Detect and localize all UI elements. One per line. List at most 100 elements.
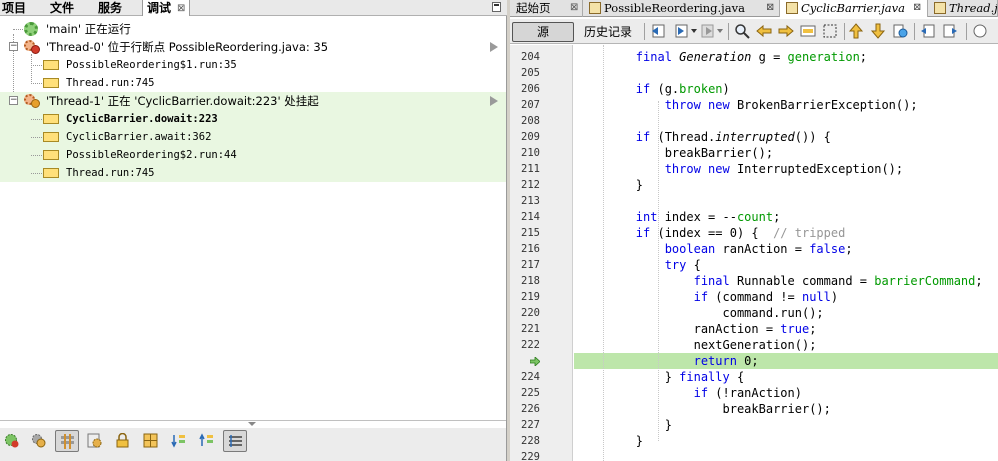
minimize-icon[interactable] xyxy=(492,2,501,12)
grid-button[interactable] xyxy=(139,430,163,452)
rectangular-selection-icon[interactable] xyxy=(822,23,838,39)
tab-start-page[interactable]: 起始页 ⊠ xyxy=(510,0,583,17)
line-number: 222 xyxy=(521,339,540,351)
last-edit-icon[interactable] xyxy=(650,23,666,39)
code-token: { xyxy=(693,258,701,272)
code-line: int index = --count; xyxy=(574,209,998,225)
tree-connector xyxy=(31,137,42,138)
tab-services[interactable]: 服务 xyxy=(94,0,142,16)
thread-suspended-icon xyxy=(24,94,40,108)
tree-row-frame[interactable]: Thread.run:745 xyxy=(0,74,506,92)
editor-panel: 起始页 ⊠ PossibleReordering.java ⊠ CyclicBa… xyxy=(510,0,998,461)
toggle-highlight-icon[interactable] xyxy=(800,23,816,39)
tab-files-label: 文件 xyxy=(50,1,75,15)
collapse-arrow-icon[interactable] xyxy=(248,422,256,426)
chevron-down-icon[interactable] xyxy=(717,29,723,33)
code-token: throw new xyxy=(664,98,737,112)
toolbar-separator xyxy=(844,23,845,40)
debugging-panel: 项目 文件 服务 调试 ⊠ 'main' 正在运行 − 'Thread-0' 位于… xyxy=(0,0,507,461)
code-line: } finally { xyxy=(574,369,998,385)
code-token: throw new xyxy=(664,162,737,176)
sort-up-button[interactable] xyxy=(195,430,219,452)
tab-possiblereordering-java[interactable]: PossibleReordering.java ⊠ xyxy=(583,0,780,17)
code-token: true xyxy=(780,322,810,336)
code-token: ; xyxy=(845,242,853,256)
code-token: final xyxy=(693,274,737,288)
search-icon[interactable] xyxy=(734,23,750,39)
call-stack-frame-icon xyxy=(43,168,59,178)
code-line: } xyxy=(574,433,998,449)
history-button-label: 历史记录 xyxy=(583,25,632,39)
tab-debugging[interactable]: 调试 ⊠ xyxy=(142,0,190,16)
code-line: if (Thread.interrupted()) { xyxy=(574,129,998,145)
toolbar-separator xyxy=(728,23,729,40)
threads-button[interactable] xyxy=(27,430,51,452)
collapse-icon[interactable]: − xyxy=(9,42,18,51)
toolbar-separator xyxy=(914,23,915,40)
tab-files[interactable]: 文件 xyxy=(46,0,94,16)
shift-right-icon[interactable] xyxy=(942,23,958,39)
previous-bookmark-icon[interactable] xyxy=(848,23,864,39)
tab-cyclicbarrier-java[interactable]: CyclicBarrier.java ⊠ xyxy=(780,0,928,17)
java-file-icon xyxy=(589,2,601,14)
back-icon[interactable] xyxy=(674,23,690,39)
code-line: throw new InterruptedException(); xyxy=(574,161,998,177)
filter-button[interactable] xyxy=(223,430,247,452)
source-button[interactable]: 源 xyxy=(512,22,574,42)
tree-row-thread-1[interactable]: − 'Thread-1' 正在 'CyclicBarrier.dowait:22… xyxy=(0,92,506,110)
history-button[interactable]: 历史记录 xyxy=(576,22,640,42)
lock-button[interactable] xyxy=(111,430,135,452)
collapse-icon[interactable]: − xyxy=(9,96,18,105)
tab-projects[interactable]: 项目 xyxy=(0,0,46,16)
close-icon[interactable]: ⊠ xyxy=(913,0,921,16)
tab-projects-label: 项目 xyxy=(2,1,27,15)
code-token: int xyxy=(635,210,665,224)
find-previous-icon[interactable] xyxy=(756,23,772,39)
line-number: 204 xyxy=(521,51,540,63)
call-stack-frame-icon xyxy=(43,78,59,88)
shift-left-icon[interactable] xyxy=(920,23,936,39)
tree-row-frame[interactable]: Thread.run:745 xyxy=(0,164,506,182)
grid-icon xyxy=(143,433,158,448)
tree-row-label: PossibleReordering$2.run:44 xyxy=(66,149,237,161)
play-icon[interactable] xyxy=(490,42,498,52)
source-button-label: 源 xyxy=(536,25,549,39)
tree-row-thread-main[interactable]: 'main' 正在运行 xyxy=(0,20,506,38)
code-area[interactable]: final Generation g = generation; if (g.b… xyxy=(574,45,998,461)
tree-row-label: 'Thread-1' 正在 'CyclicBarrier.dowait:223'… xyxy=(46,94,319,108)
sort-down-button[interactable] xyxy=(167,430,191,452)
close-icon[interactable]: ⊠ xyxy=(570,0,578,16)
tree-row-frame[interactable]: PossibleReordering$1.run:35 xyxy=(0,56,506,74)
tree-row-frame-current[interactable]: CyclicBarrier.dowait:223 xyxy=(0,110,506,128)
tree-row-thread-0[interactable]: − 'Thread-0' 位于行断点 PossibleReordering.ja… xyxy=(0,38,506,56)
code-token: ()) { xyxy=(794,130,831,144)
tree-row-frame[interactable]: CyclicBarrier.await:362 xyxy=(0,128,506,146)
line-number-gutter[interactable]: 204 205 206 207 208 209 210 211 212 213 214 215 216 2… xyxy=(510,45,573,461)
tab-thread-java[interactable]: Thread.j xyxy=(928,0,998,17)
close-icon[interactable]: ⊠ xyxy=(766,0,774,16)
code-token: breakBarrier(); xyxy=(578,402,831,416)
resume-button[interactable] xyxy=(0,430,24,452)
code-token: Generation xyxy=(679,50,759,64)
close-icon[interactable]: ⊠ xyxy=(177,1,185,17)
find-next-icon[interactable] xyxy=(778,23,794,39)
play-icon[interactable] xyxy=(490,96,498,106)
toggle-bookmark-icon[interactable] xyxy=(892,23,908,39)
tree-row-frame[interactable]: PossibleReordering$2.run:44 xyxy=(0,146,506,164)
code-line: final Generation g = generation; xyxy=(574,49,998,65)
start-macro-icon[interactable] xyxy=(972,23,988,39)
chevron-down-icon[interactable] xyxy=(691,29,697,33)
code-token: if xyxy=(635,130,658,144)
forward-icon[interactable] xyxy=(700,23,716,39)
code-token: (Thread. xyxy=(657,130,716,144)
show-system-threads-button[interactable] xyxy=(83,430,107,452)
show-monitors-button[interactable] xyxy=(55,430,79,452)
next-bookmark-icon[interactable] xyxy=(870,23,886,39)
